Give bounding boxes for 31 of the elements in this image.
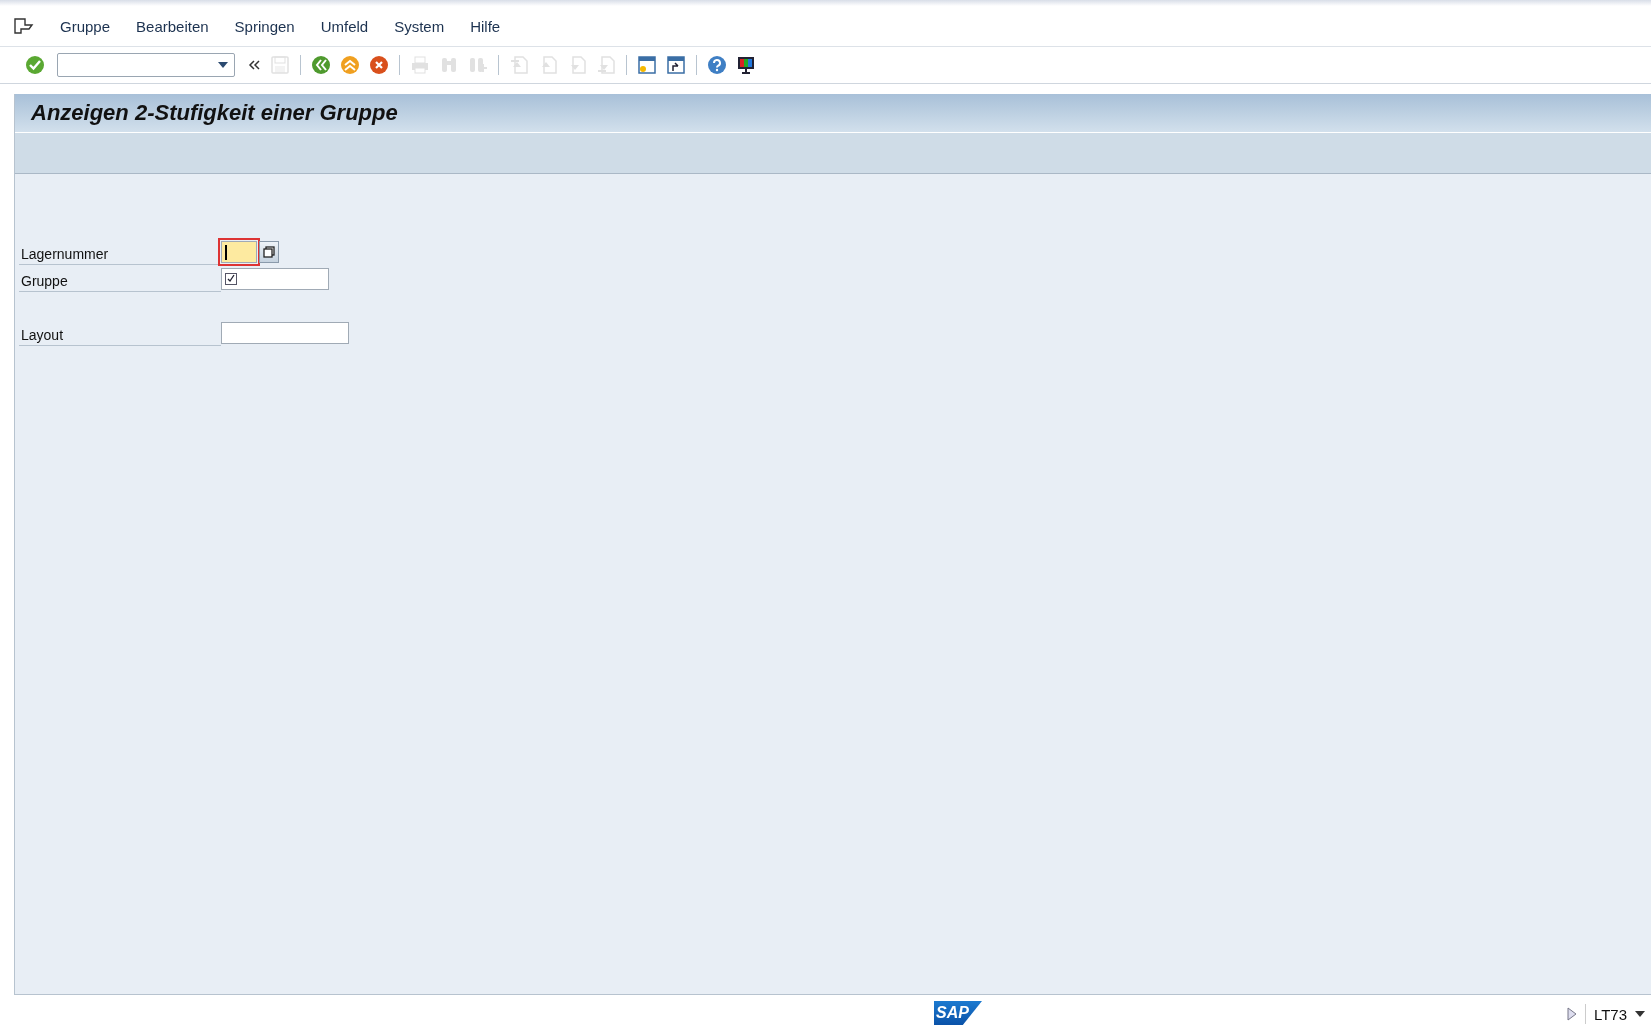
required-checkbox-icon: [225, 273, 237, 285]
input-field[interactable]: [221, 268, 329, 290]
menu-item[interactable]: Hilfe: [470, 17, 501, 35]
field-label: Gruppe: [19, 273, 221, 292]
input-field[interactable]: [221, 241, 257, 263]
help-icon[interactable]: [706, 54, 728, 76]
menu-item[interactable]: System: [394, 17, 445, 35]
play-icon[interactable]: [1566, 1007, 1577, 1021]
shortcut-icon[interactable]: [665, 54, 687, 76]
monitor-icon[interactable]: [735, 54, 757, 76]
back-icon[interactable]: [310, 54, 332, 76]
new-window-icon[interactable]: [636, 54, 658, 76]
logo: SAP: [934, 1001, 982, 1025]
menu-item[interactable]: Bearbeiten: [136, 17, 209, 35]
command-field[interactable]: [57, 53, 235, 77]
menu-item[interactable]: Umfeld: [320, 17, 369, 35]
exit-icon[interactable]: [339, 54, 361, 76]
check-icon[interactable]: [24, 54, 46, 76]
input-field[interactable]: [221, 322, 349, 344]
dropdown-icon[interactable]: [1635, 1011, 1645, 1017]
double-chevron-icon[interactable]: [246, 59, 262, 71]
menu-item[interactable]: Gruppe: [60, 17, 111, 35]
dropdown-icon[interactable]: [218, 62, 228, 68]
transaction-code: LT73: [1593, 1005, 1627, 1023]
menu-icon[interactable]: [14, 18, 34, 34]
screen-title: Anzeigen 2-Stufigkeit einer Gruppe: [15, 94, 1651, 133]
copy-icon[interactable]: [263, 246, 275, 258]
value-help-button[interactable]: [259, 241, 279, 263]
field-label: Layout: [19, 327, 221, 346]
menu-item[interactable]: Springen: [234, 17, 295, 35]
cancel-icon[interactable]: [368, 54, 390, 76]
